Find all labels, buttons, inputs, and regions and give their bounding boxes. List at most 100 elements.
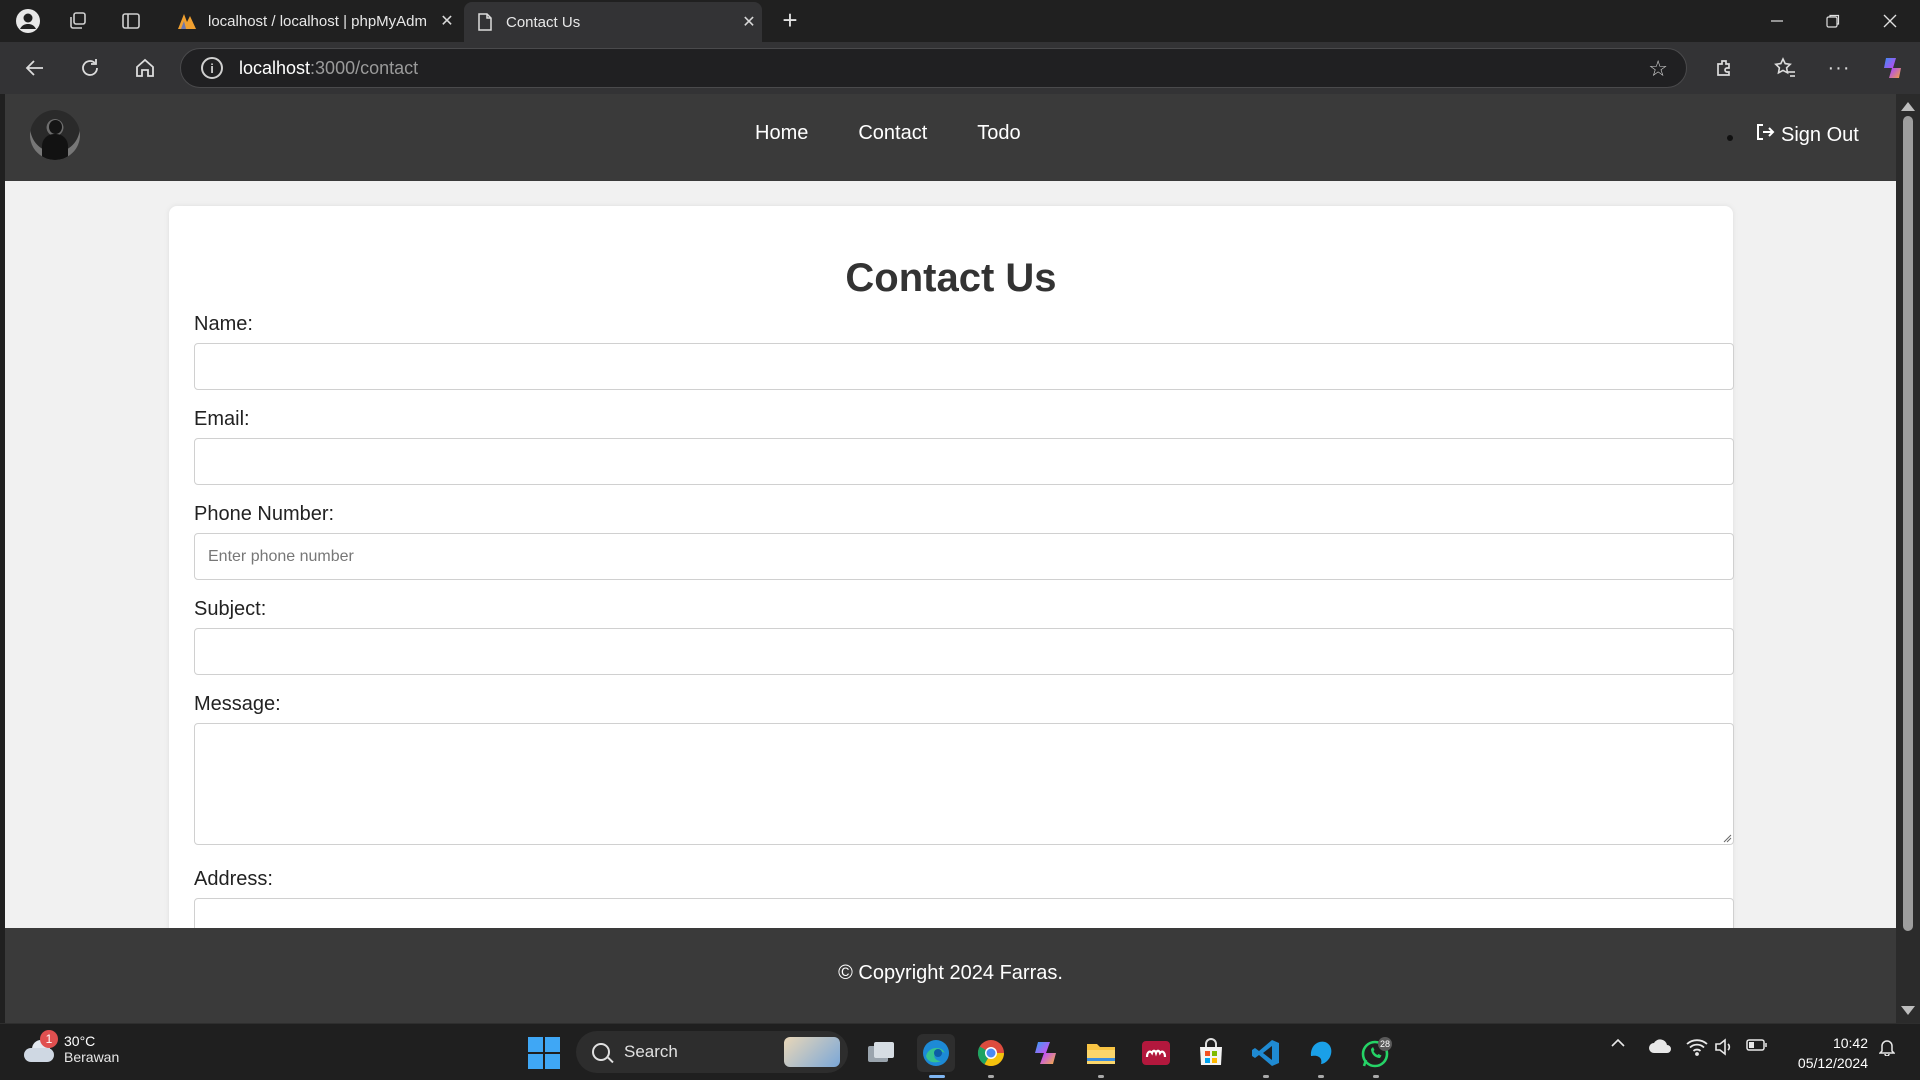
battery-icon[interactable] (1744, 1038, 1770, 1052)
clock-time: 10:42 (1832, 1035, 1868, 1051)
notifications-icon[interactable] (1874, 1038, 1900, 1056)
show-hidden-icons-icon[interactable] (1606, 1038, 1630, 1048)
weather-text: 30°C Berawan (64, 1033, 119, 1065)
page-title: Contact Us (845, 256, 1057, 300)
nav-link-contact[interactable]: Contact (858, 122, 927, 145)
scroll-up-icon[interactable] (1901, 102, 1915, 111)
copilot-icon[interactable] (1876, 51, 1910, 85)
close-window-button[interactable] (1862, 0, 1918, 42)
weather-badge: 1 (40, 1030, 58, 1048)
cloud-part (24, 1048, 54, 1062)
copyright-text: © Copyright 2024 Farras. (838, 962, 1063, 984)
url-path: :3000/contact (310, 57, 419, 78)
copilot-app-icon[interactable] (1027, 1034, 1065, 1072)
task-view-icon[interactable] (862, 1034, 900, 1072)
weather-condition: Berawan (64, 1049, 120, 1065)
running-indicator (1263, 1075, 1269, 1078)
cloud-icon: 1 (22, 1030, 58, 1062)
url-host: localhost (239, 57, 311, 78)
search-icon (592, 1043, 610, 1061)
name-field[interactable] (194, 343, 1734, 390)
windows-taskbar: 1 30°C Berawan Search 28 10:42 05/12/202… (0, 1023, 1920, 1080)
profile-icon[interactable] (14, 8, 42, 34)
address-label: Address: (194, 868, 273, 890)
sign-out-button[interactable]: Sign Out (1755, 122, 1859, 148)
nav-link-todo[interactable]: Todo (977, 122, 1020, 145)
close-tab-icon[interactable]: ✕ (736, 12, 762, 32)
browser-titlebar: localhost / localhost | phpMyAdm ✕ Conta… (0, 0, 1920, 42)
more-menu-icon[interactable]: ··· (1822, 51, 1856, 85)
system-clock[interactable]: 10:42 05/12/2024 (1780, 1033, 1868, 1073)
avatar-body (42, 134, 68, 160)
nav-link-home[interactable]: Home (755, 122, 808, 145)
whatsapp-icon[interactable]: 28 (1357, 1034, 1395, 1078)
edge-browser-icon[interactable] (917, 1034, 955, 1078)
logo-pane (528, 1054, 543, 1069)
contact-form-card: Contact Us Name: Email: Phone Number: Su… (169, 206, 1734, 1023)
minimize-button[interactable] (1749, 0, 1805, 42)
tab-contact-us[interactable]: Contact Us ✕ (464, 2, 762, 42)
tab-phpmyadmin[interactable]: localhost / localhost | phpMyAdm ✕ (166, 2, 460, 40)
restore-button[interactable] (1805, 0, 1861, 42)
workspaces-icon[interactable] (64, 8, 92, 34)
search-highlight-image (784, 1037, 840, 1067)
site-info-icon[interactable]: i (201, 57, 223, 79)
page-viewport: Home Contact Todo Sign Out Contact Us Na… (5, 94, 1896, 1023)
chrome-icon[interactable] (972, 1034, 1010, 1078)
message-field[interactable] (194, 723, 1734, 845)
tab-title: Contact Us (506, 13, 581, 31)
logo-pane (545, 1054, 560, 1069)
taskbar-search[interactable]: Search (576, 1031, 848, 1073)
running-indicator (1098, 1075, 1104, 1078)
scroll-down-icon[interactable] (1901, 1006, 1915, 1015)
extensions-icon[interactable] (1708, 51, 1742, 85)
running-indicator (988, 1075, 994, 1078)
sign-out-label: Sign Out (1781, 123, 1859, 146)
name-label: Name: (194, 313, 253, 335)
logo-pane (545, 1037, 560, 1052)
message-label: Message: (194, 693, 281, 715)
volume-icon[interactable] (1712, 1038, 1736, 1056)
onedrive-icon[interactable] (1646, 1038, 1674, 1054)
scrollbar-thumb[interactable] (1903, 116, 1913, 931)
tab-title: localhost / localhost | phpMyAdm (208, 12, 428, 30)
email-label: Email: (194, 408, 250, 430)
address-bar[interactable]: i localhost :3000/contact ☆ (180, 48, 1687, 88)
avatar-head (49, 120, 62, 134)
close-tab-icon[interactable]: ✕ (434, 11, 460, 31)
vertical-tabs-icon[interactable] (117, 8, 145, 34)
page-scrollbar[interactable] (1896, 94, 1920, 1023)
logo-pane (528, 1037, 543, 1052)
phone-field[interactable] (194, 533, 1734, 580)
vscode-icon[interactable] (1247, 1034, 1285, 1078)
wifi-icon[interactable] (1684, 1038, 1710, 1056)
file-explorer-icon[interactable] (1082, 1034, 1120, 1078)
main-nav: Home Contact Todo (755, 122, 1021, 145)
running-indicator (1318, 1075, 1324, 1078)
avatar[interactable] (30, 110, 80, 160)
mysql-workbench-icon[interactable] (1302, 1034, 1340, 1078)
favorites-icon[interactable] (1768, 51, 1802, 85)
email-field[interactable] (194, 438, 1734, 485)
windows-start-icon[interactable] (528, 1037, 560, 1069)
weather-widget[interactable]: 1 30°C Berawan (22, 1030, 119, 1065)
mendeley-icon[interactable] (1137, 1034, 1175, 1072)
temperature: 30°C (64, 1033, 96, 1049)
home-button[interactable] (128, 51, 162, 85)
subject-label: Subject: (194, 598, 267, 620)
running-indicator (1373, 1075, 1379, 1078)
back-button[interactable] (18, 51, 52, 85)
new-tab-button[interactable]: + (776, 7, 804, 35)
page-icon (474, 11, 496, 33)
site-navbar: Home Contact Todo Sign Out (5, 94, 1896, 181)
browser-toolbar: i localhost :3000/contact ☆ ··· (0, 42, 1920, 94)
whatsapp-badge: 28 (1380, 1039, 1390, 1049)
subject-field[interactable] (194, 628, 1734, 675)
refresh-button[interactable] (73, 51, 107, 85)
phpmyadmin-icon (176, 10, 198, 32)
favorite-star-icon[interactable]: ☆ (1648, 56, 1668, 82)
microsoft-store-icon[interactable] (1192, 1034, 1230, 1072)
resize-grip-icon[interactable] (1722, 833, 1732, 843)
site-footer: © Copyright 2024 Farras. (5, 928, 1896, 1023)
clock-date: 05/12/2024 (1797, 1055, 1868, 1071)
